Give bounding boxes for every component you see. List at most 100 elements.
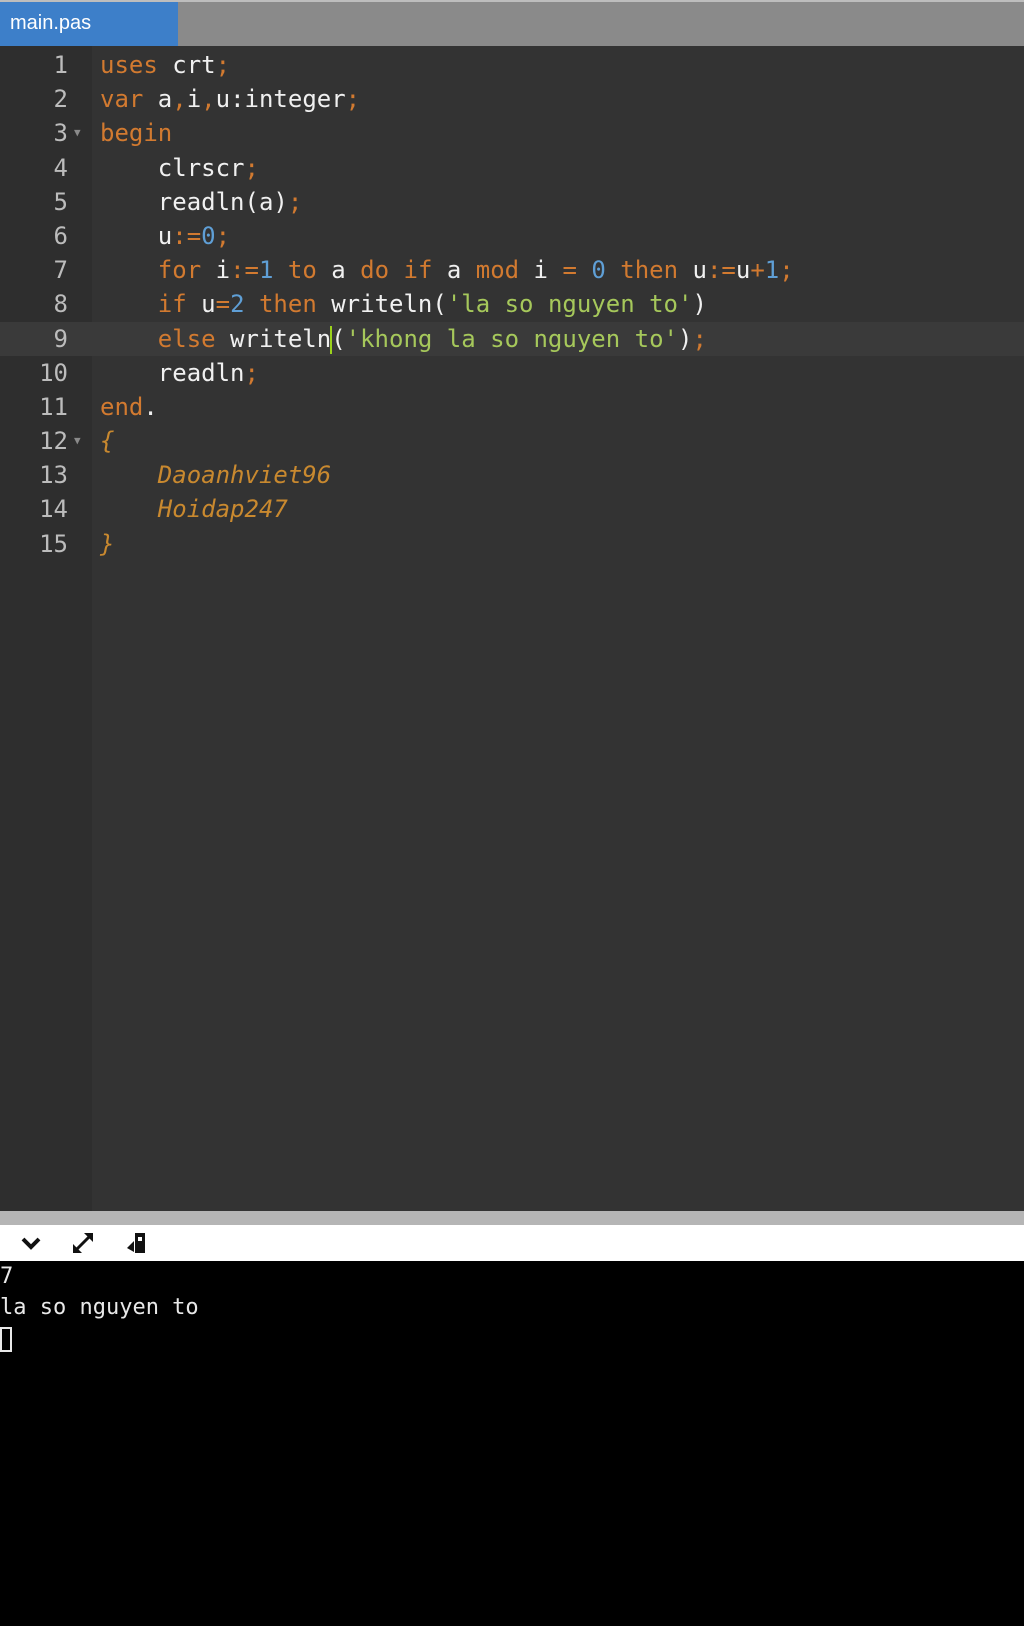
code-token: uses: [100, 51, 158, 79]
code-token: begin: [100, 119, 173, 148]
code-token: :=: [230, 256, 259, 285]
line-number: 10: [39, 358, 68, 387]
code-line[interactable]: 13 Daoanhviet96: [0, 458, 1024, 492]
fold-arrow-icon[interactable]: ▼: [74, 424, 81, 458]
console-line: la so nguyen to: [0, 1295, 199, 1320]
line-number: 2: [53, 85, 68, 114]
code-token: =: [548, 256, 577, 285]
code-token: 0: [201, 221, 216, 250]
code-line[interactable]: 15}: [0, 527, 1024, 561]
code-token: i: [201, 256, 231, 285]
code-editor[interactable]: 1 uses crt; 2 var a,i,u:integer; 3 ▼ begin 4 cl…: [0, 46, 1024, 1211]
code-token: var: [100, 85, 144, 114]
code-token: u: [735, 256, 751, 285]
code-token: readln: [100, 358, 245, 387]
code-token: else: [100, 324, 216, 353]
code-line[interactable]: 10 readln;: [0, 356, 1024, 390]
code-line[interactable]: 3 ▼ begin: [0, 116, 1024, 150]
code-token: ;: [244, 153, 259, 182]
code-token: a: [143, 85, 173, 114]
code-token: =: [215, 290, 231, 319]
code-token: Daoanhviet96: [100, 461, 332, 490]
line-number: 11: [39, 392, 68, 421]
code-token: :=: [172, 221, 202, 250]
terminal-cursor: [0, 1326, 12, 1352]
code-token: ): [677, 324, 693, 353]
code-token: end: [100, 392, 144, 421]
code-text: end.: [100, 390, 158, 424]
code-line[interactable]: 12 ▼ {: [0, 424, 1024, 458]
code-line[interactable]: 9 else writeln('khong la so nguyen to');: [0, 321, 1024, 356]
code-token: 1: [764, 256, 780, 285]
line-number: 4: [53, 153, 68, 182]
code-token: u: [100, 221, 173, 250]
line-number: 14: [39, 495, 68, 524]
code-token: i: [519, 256, 549, 285]
code-token: u: [678, 256, 707, 285]
code-line[interactable]: 8 if u=2 then writeln('la so nguyen to'): [0, 287, 1024, 321]
code-token: ;: [244, 358, 259, 387]
code-token: if: [100, 290, 187, 319]
code-token: a: [316, 256, 346, 285]
code-line[interactable]: 2 var a,i,u:integer;: [0, 82, 1024, 116]
code-token: a: [432, 256, 462, 285]
code-text: {: [100, 424, 114, 458]
collapse-console-button[interactable]: [16, 1228, 46, 1258]
tab-bar: main.pas: [0, 0, 1024, 46]
code-token: do: [345, 256, 390, 285]
code-token: ;: [215, 221, 231, 250]
line-number: 5: [53, 187, 68, 216]
expand-icon: [72, 1232, 94, 1254]
code-line[interactable]: 1 uses crt;: [0, 48, 1024, 82]
console-line: 7: [0, 1264, 14, 1289]
code-text: }: [100, 527, 114, 561]
line-number: 8: [53, 290, 68, 319]
code-line[interactable]: 5 readln(a);: [0, 185, 1024, 219]
code-token: ;: [215, 51, 231, 79]
code-line[interactable]: 7 for i:=1 to a do if a mod i = 0 then u…: [0, 253, 1024, 287]
clear-console-button[interactable]: [122, 1228, 152, 1258]
tab-main-pas[interactable]: main.pas: [0, 2, 178, 46]
code-text: clrscr;: [100, 151, 259, 185]
line-number: 3: [53, 119, 68, 148]
console-output[interactable]: 7 la so nguyen to: [0, 1261, 1024, 1626]
code-text: uses crt;: [100, 48, 230, 82]
code-token: 'la so nguyen to': [446, 290, 693, 319]
code-line[interactable]: 14 Hoidap247: [0, 492, 1024, 526]
code-token: ;: [345, 85, 361, 114]
line-number: 9: [53, 324, 68, 353]
code-token: writeln: [215, 324, 332, 353]
code-line[interactable]: 11 end.: [0, 390, 1024, 424]
code-token: readln(a): [100, 187, 288, 216]
console-toolbar: [0, 1225, 1024, 1261]
code-text: else writeln('khong la so nguyen to');: [100, 322, 707, 356]
code-text: begin: [100, 116, 172, 150]
line-number: 13: [39, 461, 68, 490]
code-line[interactable]: 4 clrscr;: [0, 151, 1024, 185]
code-token: ;: [287, 187, 303, 216]
code-token: .: [143, 392, 158, 421]
code-token: clrscr: [100, 153, 245, 182]
code-token: for: [100, 256, 202, 285]
code-token: {: [100, 427, 115, 456]
code-token: ;: [779, 256, 794, 285]
code-token: ,: [172, 85, 187, 114]
code-line[interactable]: 6 u:=0;: [0, 219, 1024, 253]
fold-arrow-icon[interactable]: ▼: [74, 116, 81, 150]
code-text: readln(a);: [100, 185, 303, 219]
code-text: Daoanhviet96: [100, 458, 331, 492]
code-token: mod: [461, 256, 520, 285]
expand-console-button[interactable]: [68, 1228, 98, 1258]
panel-splitter[interactable]: [0, 1211, 1024, 1225]
code-text: if u=2 then writeln('la so nguyen to'): [100, 287, 707, 321]
code-token: ,: [201, 85, 216, 114]
code-token: u: [186, 290, 216, 319]
code-token: +: [750, 256, 765, 285]
clear-icon: [127, 1233, 145, 1253]
code-text: var a,i,u:integer;: [100, 82, 360, 116]
code-token: crt: [157, 51, 216, 79]
code-token: :=: [706, 256, 736, 285]
code-lines[interactable]: 1 uses crt; 2 var a,i,u:integer; 3 ▼ begin 4 cl…: [0, 48, 1024, 561]
code-token: 1: [258, 256, 274, 285]
code-token: }: [100, 529, 115, 558]
